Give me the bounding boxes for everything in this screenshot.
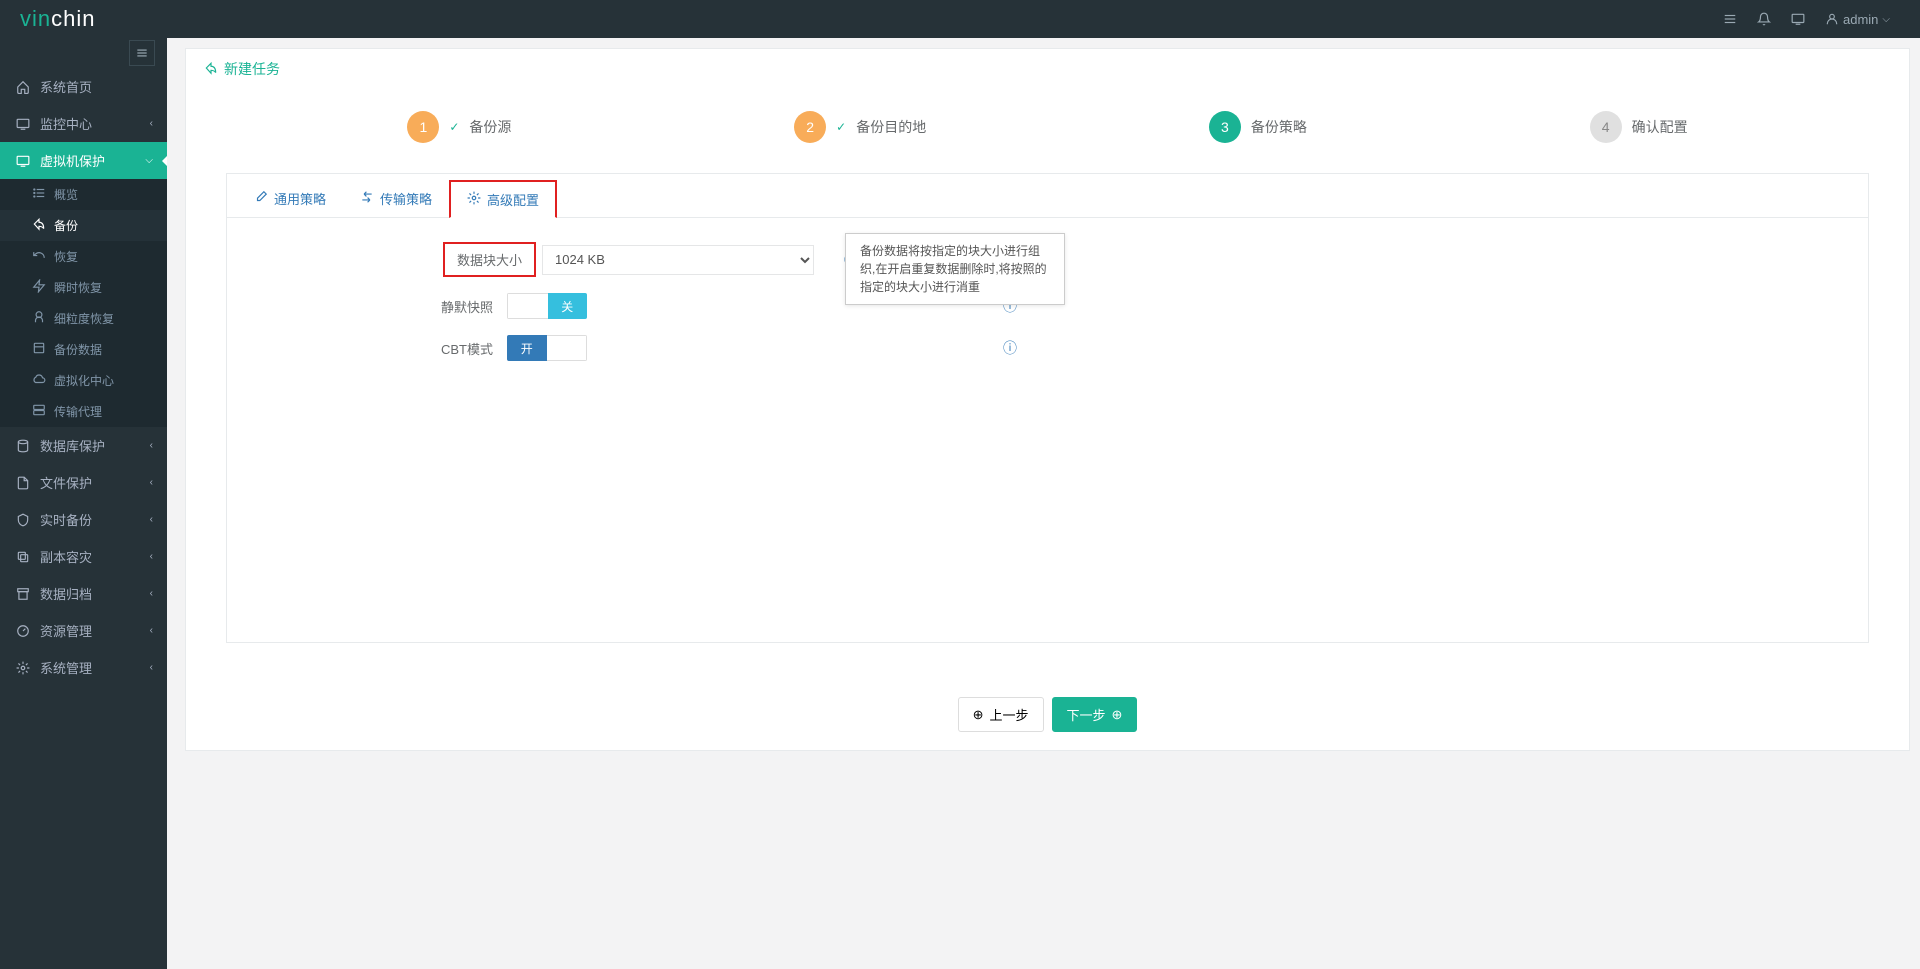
cloud-icon xyxy=(32,372,48,389)
nav-item-3[interactable]: 数据库保护‹ xyxy=(0,427,167,464)
nav-item-9[interactable]: 系统管理‹ xyxy=(0,649,167,686)
chevron-down-icon: ⌵ xyxy=(1882,14,1890,25)
cbt-toggle[interactable]: 开 xyxy=(507,335,587,361)
tabs: 通用策略传输策略高级配置 xyxy=(227,174,1868,218)
step-number: 3 xyxy=(1209,111,1241,143)
edit-icon xyxy=(254,190,268,207)
sub-item-6[interactable]: 虚拟化中心 xyxy=(0,365,167,396)
chevron-icon: ‹ xyxy=(150,514,153,525)
file-icon xyxy=(14,476,32,490)
display-icon xyxy=(14,154,32,168)
dash-icon xyxy=(14,624,32,638)
nav-item-4[interactable]: 文件保护‹ xyxy=(0,464,167,501)
list-icon[interactable] xyxy=(1713,0,1747,38)
step-number: 4 xyxy=(1590,111,1622,143)
step-number: 2 xyxy=(794,111,826,143)
chevron-icon: ‹ xyxy=(150,551,153,562)
nav-item-0[interactable]: 系统首页 xyxy=(0,68,167,105)
nav-item-7[interactable]: 数据归档‹ xyxy=(0,575,167,612)
baby-icon xyxy=(32,310,48,327)
data-icon xyxy=(32,341,48,358)
panel-header: 新建任务 xyxy=(186,49,1909,89)
wizard-panel: 新建任务 1✓备份源2✓备份目的地3备份策略4确认配置 通用策略传输策略高级配置… xyxy=(185,48,1910,751)
nav-item-5[interactable]: 实时备份‹ xyxy=(0,501,167,538)
panel-title: 新建任务 xyxy=(224,59,280,79)
quiesce-label: 静默快照 xyxy=(247,297,507,316)
sub-item-2[interactable]: 恢复 xyxy=(0,241,167,272)
main-content: 新建任务 1✓备份源2✓备份目的地3备份策略4确认配置 通用策略传输策略高级配置… xyxy=(167,38,1920,761)
tooltip: 备份数据将按指定的块大小进行组织,在开启重复数据删除时,将按照的指定的块大小进行… xyxy=(845,233,1065,305)
nav-item-8[interactable]: 资源管理‹ xyxy=(0,612,167,649)
share-icon xyxy=(204,61,218,78)
step-number: 1 xyxy=(407,111,439,143)
topbar: vinchin admin ⌵ xyxy=(0,0,1920,38)
nav-item-6[interactable]: 副本容灾‹ xyxy=(0,538,167,575)
sub-item-1[interactable]: 备份 xyxy=(0,210,167,241)
check-icon: ✓ xyxy=(449,120,459,134)
home-icon xyxy=(14,80,32,94)
swap-icon xyxy=(360,190,374,207)
gear-icon xyxy=(467,191,481,208)
arrow-left-icon: ⊕ xyxy=(973,707,984,723)
bell-icon[interactable] xyxy=(1747,0,1781,38)
chevron-icon: ‹ xyxy=(150,477,153,488)
display-icon[interactable] xyxy=(1781,0,1815,38)
sidebar-collapse-button[interactable] xyxy=(129,40,155,66)
server-icon xyxy=(32,403,48,420)
step-4[interactable]: 4确认配置 xyxy=(1590,111,1688,143)
sub-item-4[interactable]: 细粒度恢复 xyxy=(0,303,167,334)
chevron-icon: ⌵ xyxy=(145,155,153,166)
block-size-select[interactable]: 1024 KB xyxy=(542,245,814,275)
nav-item-2[interactable]: 虚拟机保护⌵ xyxy=(0,142,167,179)
username: admin xyxy=(1843,12,1878,27)
sub-item-7[interactable]: 传输代理 xyxy=(0,396,167,427)
list-icon xyxy=(32,186,48,203)
archive-icon xyxy=(14,587,32,601)
sidebar: 系统首页监控中心‹虚拟机保护⌵概览备份恢复瞬时恢复细粒度恢复备份数据虚拟化中心传… xyxy=(0,38,167,969)
form-area: 通用策略传输策略高级配置 数据块大小 1024 KB ⓘ 备份数据将按指定的块大… xyxy=(226,173,1869,643)
form-body: 数据块大小 1024 KB ⓘ 备份数据将按指定的块大小进行组织,在开启重复数据… xyxy=(227,218,1868,401)
db-icon xyxy=(14,439,32,453)
step-3[interactable]: 3备份策略 xyxy=(1209,111,1307,143)
sub-item-0[interactable]: 概览 xyxy=(0,179,167,210)
undo-icon xyxy=(32,248,48,265)
prev-button[interactable]: ⊕ 上一步 xyxy=(958,697,1044,732)
logo: vinchin xyxy=(20,6,95,32)
chevron-icon: ‹ xyxy=(150,662,153,673)
nav-item-1[interactable]: 监控中心‹ xyxy=(0,105,167,142)
monitor-icon xyxy=(14,117,32,131)
wizard-footer: ⊕ 上一步 下一步 ⊕ xyxy=(186,693,1909,750)
chevron-icon: ‹ xyxy=(150,625,153,636)
next-button[interactable]: 下一步 ⊕ xyxy=(1052,697,1138,732)
step-2[interactable]: 2✓备份目的地 xyxy=(794,111,926,143)
sub-item-5[interactable]: 备份数据 xyxy=(0,334,167,365)
shield-icon xyxy=(14,513,32,527)
chevron-icon: ‹ xyxy=(150,588,153,599)
copy-icon xyxy=(14,550,32,564)
chevron-icon: ‹ xyxy=(150,440,153,451)
gear-icon xyxy=(14,661,32,675)
wizard-steps: 1✓备份源2✓备份目的地3备份策略4确认配置 xyxy=(186,89,1909,173)
info-icon[interactable]: ⓘ xyxy=(1003,338,1017,358)
tab-0[interactable]: 通用策略 xyxy=(237,180,343,217)
check-icon: ✓ xyxy=(836,120,846,134)
tab-2[interactable]: 高级配置 xyxy=(449,180,557,218)
user-menu[interactable]: admin ⌵ xyxy=(1815,12,1900,27)
sub-item-3[interactable]: 瞬时恢复 xyxy=(0,272,167,303)
share-icon xyxy=(32,217,48,234)
quiesce-toggle[interactable]: 关 xyxy=(507,293,587,319)
step-1[interactable]: 1✓备份源 xyxy=(407,111,511,143)
block-size-label: 数据块大小 xyxy=(443,242,536,277)
bolt-icon xyxy=(32,279,48,296)
cbt-label: CBT模式 xyxy=(247,339,507,358)
arrow-right-icon: ⊕ xyxy=(1112,707,1123,723)
tab-1[interactable]: 传输策略 xyxy=(343,180,449,217)
chevron-icon: ‹ xyxy=(150,118,153,129)
